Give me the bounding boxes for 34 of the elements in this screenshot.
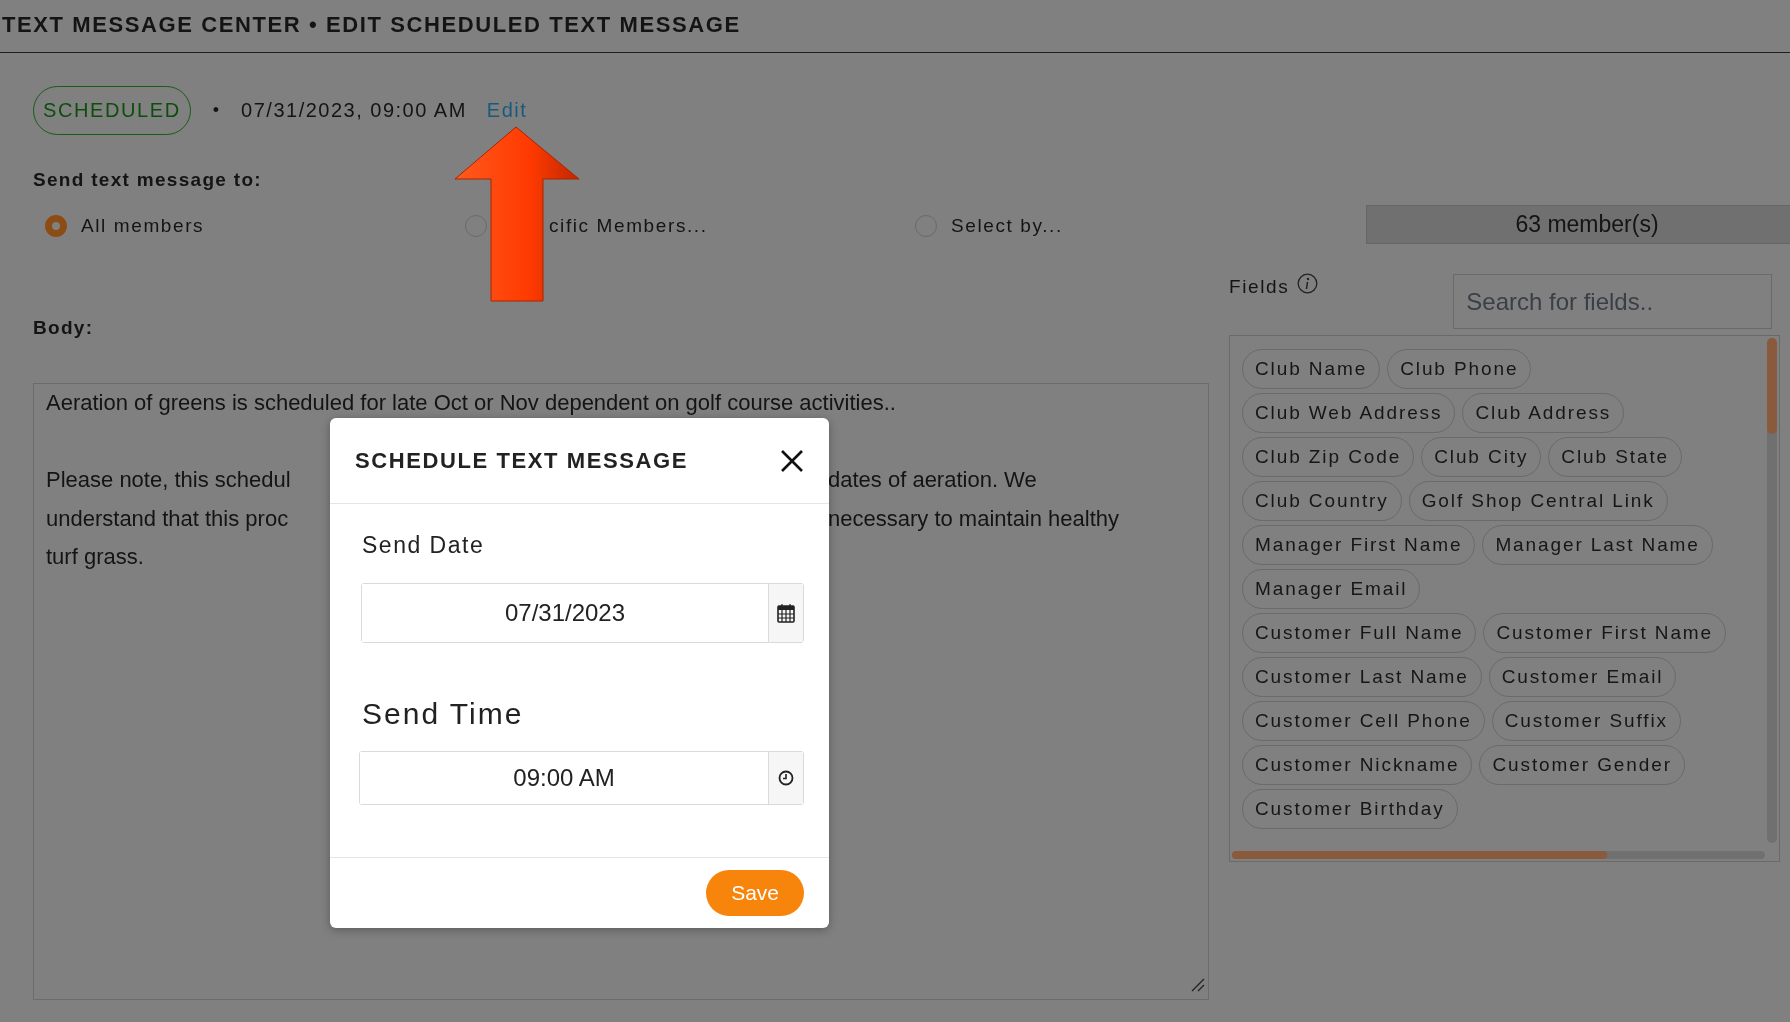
message-text: turf grass. xyxy=(46,544,144,571)
time-input[interactable]: 09:00 AM xyxy=(359,751,804,805)
vertical-scrollbar[interactable] xyxy=(1767,338,1777,843)
message-text: Please note, this schedul xyxy=(46,467,292,494)
calendar-icon[interactable] xyxy=(777,603,795,623)
info-icon[interactable] xyxy=(1297,273,1319,294)
field-label: Send Date xyxy=(362,532,485,559)
save-button[interactable]: Save xyxy=(706,870,804,916)
scrollbar-thumb[interactable] xyxy=(1232,851,1607,859)
close-icon[interactable] xyxy=(779,447,805,474)
scrollbar-thumb[interactable] xyxy=(1767,338,1777,434)
message-text: Aeration of greens is scheduled for late Oct or Nov dependent on golf course activities.. xyxy=(46,390,896,417)
search-field[interactable]: Search for fields.. xyxy=(1453,274,1773,329)
field-label: Send Time xyxy=(362,697,524,731)
resize-handle-icon[interactable] xyxy=(1191,978,1205,992)
message-text: understand that this proc xyxy=(46,505,290,532)
scheduled-datetime: 07/31/2023, 09:00 AM xyxy=(241,99,467,122)
radio-label[interactable]: All members xyxy=(81,215,205,237)
radio-label[interactable]: cific Members... xyxy=(549,215,708,237)
modal-title: SCHEDULE TEXT MESSAGE xyxy=(355,447,689,474)
message-text: necessary to maintain healthy xyxy=(828,505,1120,532)
bullet-separator: • xyxy=(212,100,220,121)
clock-icon[interactable] xyxy=(778,770,794,786)
page-title: TEXT MESSAGE CENTER • EDIT SCHEDULED TEXT MESSAGE xyxy=(1,12,741,38)
message-textarea[interactable] xyxy=(33,383,1209,1000)
radio-button[interactable] xyxy=(45,215,67,237)
date-input[interactable]: 07/31/2023 xyxy=(361,583,804,643)
message-text: dates of aeration. We xyxy=(828,467,1037,494)
fields-label: Fields xyxy=(1229,275,1290,298)
radio-label[interactable]: Select by... xyxy=(951,215,1063,237)
member-count: 63 member(s) xyxy=(1366,205,1790,244)
section-label: Body: xyxy=(33,317,94,339)
horizontal-scrollbar[interactable] xyxy=(1232,851,1765,859)
section-label: Send text message to: xyxy=(33,169,262,191)
